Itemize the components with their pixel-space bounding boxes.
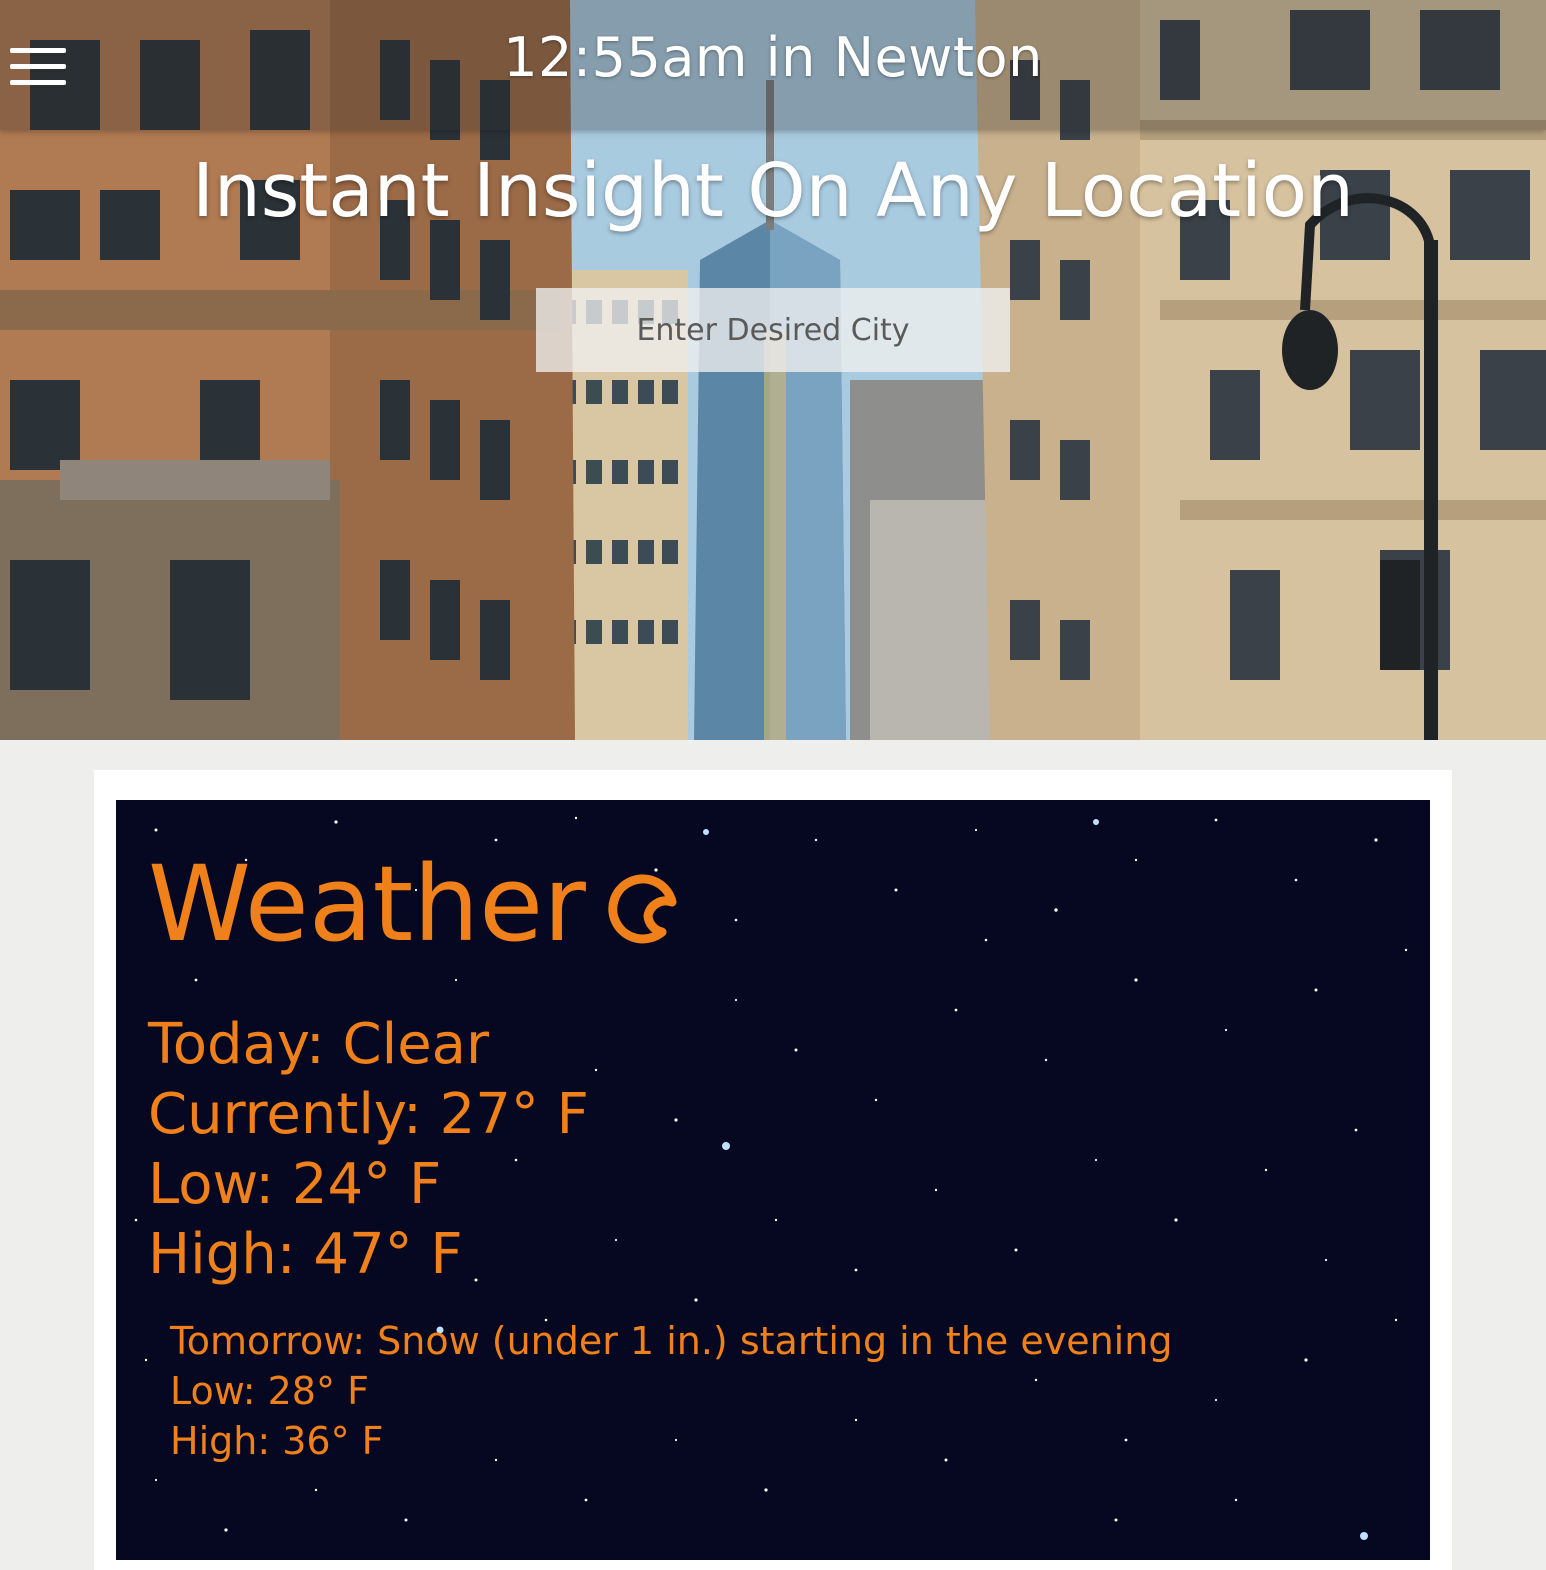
top-navigation-bar: 12:55am in Newton <box>0 0 1546 130</box>
current-temperature: Currently: 27° F <box>148 1082 589 1147</box>
hero-tagline: Instant Insight On Any Location <box>192 148 1354 234</box>
today-summary: Today: Clear <box>148 1012 490 1077</box>
tomorrow-forecast: Tomorrow: Snow (under 1 in.) starting in… <box>170 1316 1172 1466</box>
weather-content: Weather Today: Clear Currently: 27° F Lo… <box>116 800 1430 1542</box>
weather-panel: Weather Today: Clear Currently: 27° F Lo… <box>116 800 1430 1560</box>
weather-heading: Weather <box>148 843 586 965</box>
today-forecast: Today: Clear Currently: 27° F Low: 24° F… <box>148 1010 589 1290</box>
tomorrow-low: Low: 28° F <box>170 1369 369 1413</box>
city-search-input[interactable] <box>536 288 1010 372</box>
clear-night-moon-icon <box>608 874 677 944</box>
today-high: High: 47° F <box>148 1222 463 1287</box>
local-time-title: 12:55am in Newton <box>503 26 1043 89</box>
tomorrow-high: High: 36° F <box>170 1419 384 1463</box>
today-low: Low: 24° F <box>148 1152 442 1217</box>
hero-section: 12:55am in Newton Instant Insight On Any… <box>0 0 1546 740</box>
tomorrow-summary: Tomorrow: Snow (under 1 in.) starting in… <box>170 1319 1173 1363</box>
